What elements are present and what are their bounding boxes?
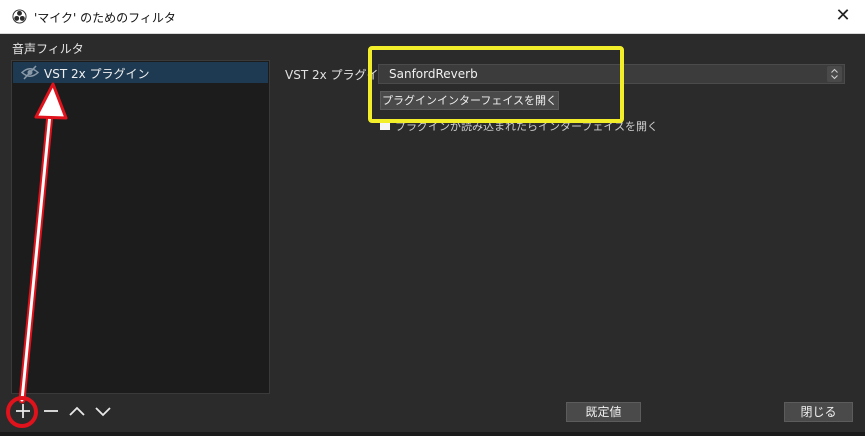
window-title: 'マイク' のためのフィルタ bbox=[34, 11, 176, 25]
close-button[interactable]: 閉じる bbox=[784, 402, 853, 422]
obs-logo-icon bbox=[12, 9, 27, 24]
chevron-up-icon bbox=[69, 406, 85, 416]
plugin-select-value: SanfordReverb bbox=[389, 67, 478, 81]
filter-item-label: VST 2x プラグイン bbox=[44, 67, 150, 81]
chevron-down-icon bbox=[95, 407, 111, 417]
plus-icon bbox=[16, 404, 30, 418]
open-plugin-interface-button[interactable]: プラグインインターフェイスを開く bbox=[380, 91, 559, 110]
remove-filter-button[interactable] bbox=[39, 398, 63, 424]
plugin-label: VST 2x プラグイン bbox=[285, 68, 391, 82]
window-close-button[interactable]: ✕ bbox=[829, 3, 857, 29]
move-down-button[interactable] bbox=[91, 398, 115, 424]
filter-properties: VST 2x プラグイン SanfordReverb プラグインインターフェイス… bbox=[275, 56, 855, 396]
open-on-load-checkbox[interactable] bbox=[380, 120, 390, 130]
add-filter-button[interactable] bbox=[11, 398, 35, 424]
window-bottom-edge bbox=[0, 432, 865, 436]
filter-list-item[interactable]: VST 2x プラグイン bbox=[13, 62, 268, 83]
minus-icon bbox=[44, 410, 58, 412]
move-up-button[interactable] bbox=[65, 398, 89, 424]
audio-filters-heading: 音声フィルタ bbox=[12, 42, 84, 56]
open-on-load-label: プラグインが読み込まれたらインターフェイスを開く bbox=[395, 120, 659, 133]
title-bar: 'マイク' のためのフィルタ ✕ bbox=[0, 0, 865, 34]
filter-list[interactable]: VST 2x プラグイン bbox=[11, 60, 270, 394]
select-spin-button[interactable] bbox=[827, 66, 842, 82]
defaults-button[interactable]: 既定値 bbox=[566, 402, 641, 422]
up-down-arrows-icon bbox=[831, 68, 838, 80]
plugin-select[interactable]: SanfordReverb bbox=[378, 64, 845, 84]
eye-hidden-icon[interactable] bbox=[21, 65, 39, 80]
